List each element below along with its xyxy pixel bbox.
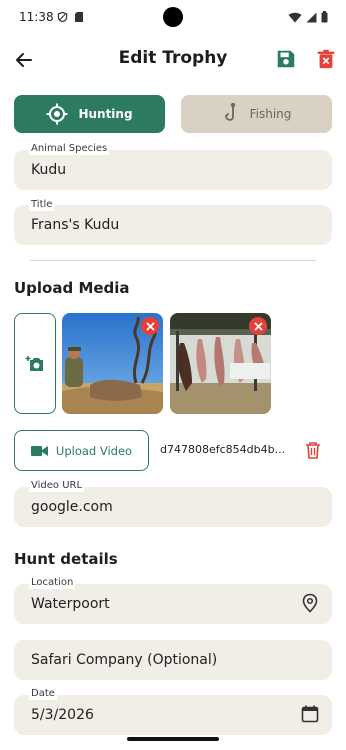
wifi-icon (288, 12, 302, 22)
animal-species-field[interactable]: Kudu (14, 150, 332, 190)
add-photo-button[interactable] (14, 313, 56, 414)
location-pin-icon[interactable] (300, 593, 320, 613)
video-url-label: Video URL (29, 480, 85, 492)
video-url-value: google.com (31, 499, 113, 515)
status-bar: 11:38 (0, 0, 346, 36)
remove-photo-button[interactable] (141, 317, 159, 335)
battery-icon (321, 11, 328, 23)
animal-species-label: Animal Species (29, 143, 110, 155)
video-filename: d747808efc854db4b... (160, 443, 286, 456)
home-indicator[interactable] (127, 737, 219, 741)
safari-company-field[interactable]: Safari Company (Optional) (14, 640, 332, 680)
front-camera (163, 7, 183, 27)
fish-hook-icon (224, 103, 235, 121)
location-field[interactable]: Waterpoort (14, 584, 332, 624)
fishing-tab-label: Fishing (249, 107, 292, 121)
upload-video-button[interactable]: Upload Video (14, 430, 149, 471)
shield-icon (57, 11, 68, 23)
remove-photo-button[interactable] (249, 317, 267, 335)
date-value: 5/3/2026 (31, 707, 94, 723)
app-bar: Edit Trophy (0, 40, 346, 80)
close-icon (253, 321, 263, 331)
hunting-tab[interactable]: Hunting (14, 95, 165, 133)
delete-video-icon[interactable] (304, 441, 322, 459)
status-time: 11:38 (19, 10, 54, 24)
title-field[interactable]: Frans's Kudu (14, 205, 332, 245)
add-photo-icon (25, 355, 43, 371)
hunting-tab-label: Hunting (78, 107, 133, 121)
title-label: Title (29, 199, 55, 211)
date-field[interactable]: 5/3/2026 (14, 695, 332, 735)
video-camera-icon (30, 445, 48, 456)
upload-media-heading: Upload Media (14, 279, 130, 297)
close-icon (145, 321, 155, 331)
crosshair-icon (46, 103, 68, 125)
date-label: Date (29, 688, 57, 700)
kudu-photo[interactable] (62, 313, 163, 414)
location-value: Waterpoort (31, 596, 110, 612)
status-left-icons (57, 11, 84, 23)
title-value: Frans's Kudu (31, 217, 120, 233)
divider (30, 260, 316, 261)
location-label: Location (29, 577, 76, 589)
signal-icon (306, 12, 317, 22)
fishing-tab[interactable]: Fishing (181, 95, 332, 133)
carcass-photo[interactable] (170, 313, 271, 414)
upload-video-label: Upload Video (55, 443, 133, 458)
hunt-details-heading: Hunt details (14, 550, 118, 568)
save-icon[interactable] (275, 48, 297, 70)
animal-species-value: Kudu (31, 162, 67, 178)
calendar-icon[interactable] (300, 704, 320, 724)
status-right-icons (288, 11, 328, 23)
video-url-field[interactable]: google.com (14, 487, 332, 527)
sd-card-icon (75, 12, 83, 22)
delete-icon[interactable] (315, 48, 337, 70)
safari-company-placeholder: Safari Company (Optional) (31, 652, 218, 668)
